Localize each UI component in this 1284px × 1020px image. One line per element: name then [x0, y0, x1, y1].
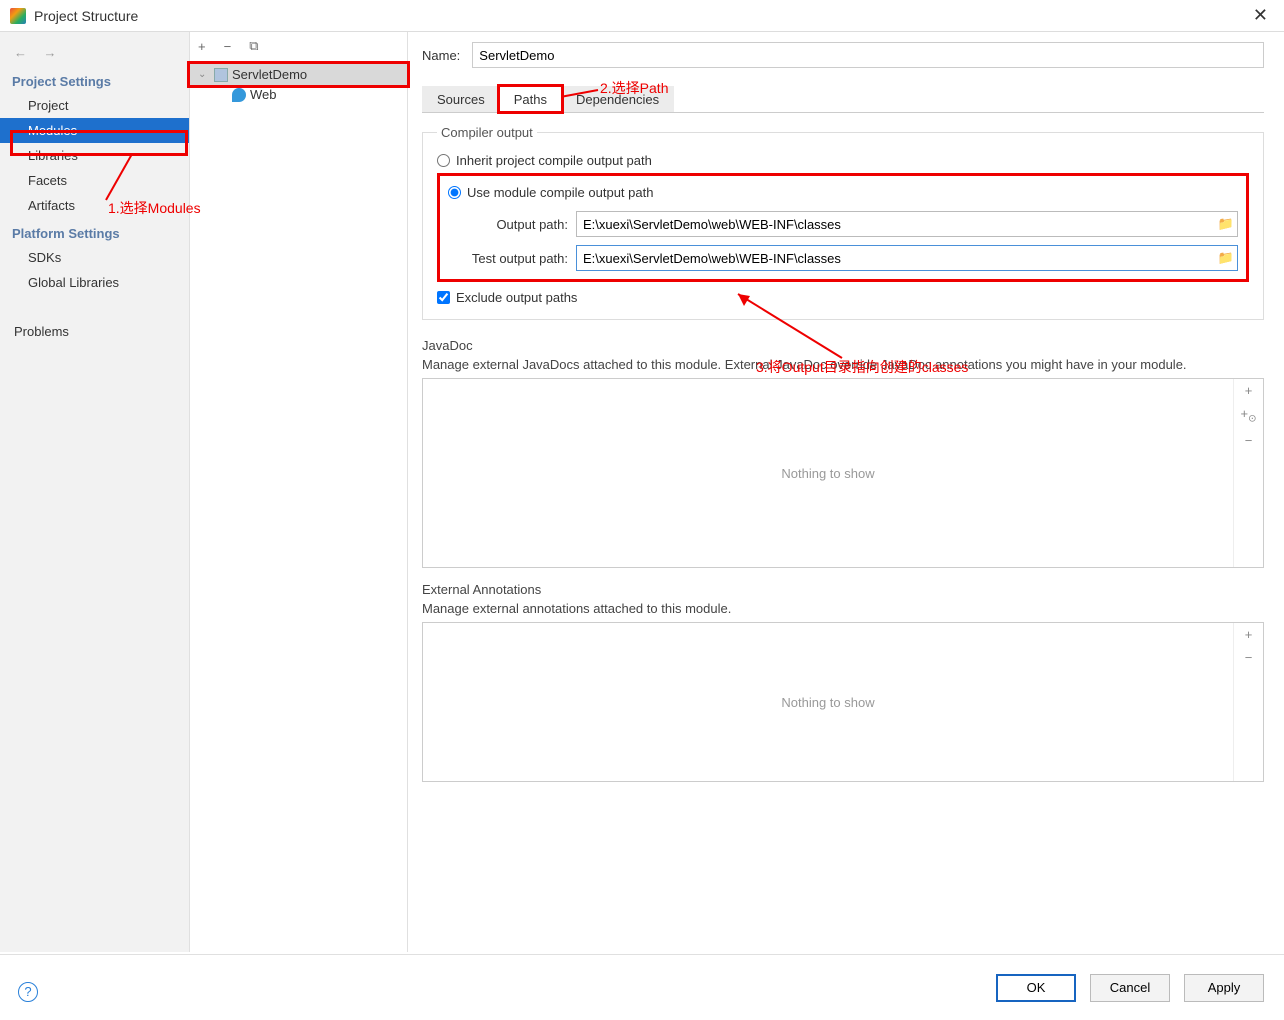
section-platform-settings: Platform Settings: [0, 218, 189, 245]
ok-button[interactable]: OK: [996, 974, 1076, 1002]
browse-icon[interactable]: 📁: [1215, 216, 1237, 232]
module-icon: [214, 68, 228, 82]
radio-inherit[interactable]: [437, 154, 450, 167]
radio-module[interactable]: [448, 186, 461, 199]
forward-icon[interactable]: →: [43, 45, 56, 60]
web-icon: [232, 88, 246, 102]
test-output-path-label: Test output path:: [448, 251, 568, 266]
tree-child-label: Web: [250, 87, 277, 102]
ext-ann-empty: Nothing to show: [423, 623, 1233, 781]
compiler-output-group: Compiler output Inherit project compile …: [422, 125, 1264, 320]
add-url-icon[interactable]: +⊙: [1241, 406, 1257, 425]
sidebar-item-sdks[interactable]: SDKs: [0, 245, 189, 270]
sidebar-item-project[interactable]: Project: [0, 93, 189, 118]
close-icon[interactable]: ✕: [1247, 5, 1274, 26]
tab-sources[interactable]: Sources: [422, 86, 500, 112]
remove-icon[interactable]: −: [224, 39, 232, 54]
content-panel: Name: Sources Paths Dependencies Compile…: [408, 32, 1284, 952]
module-tree-panel: + − ⧉ ⌄ ServletDemo Web: [190, 32, 408, 952]
chevron-down-icon: ⌄: [198, 69, 210, 80]
help-icon[interactable]: ?: [18, 982, 38, 1002]
ext-ann-list: Nothing to show + −: [422, 622, 1264, 782]
sidebar-item-global-libraries[interactable]: Global Libraries: [0, 270, 189, 295]
sidebar-item-libraries[interactable]: Libraries: [0, 143, 189, 168]
name-input[interactable]: [472, 42, 1264, 68]
sidebar-item-artifacts[interactable]: Artifacts: [0, 193, 189, 218]
name-label: Name:: [422, 48, 460, 63]
section-project-settings: Project Settings: [0, 66, 189, 93]
copy-icon[interactable]: ⧉: [249, 38, 258, 54]
add-icon[interactable]: +: [198, 39, 206, 54]
output-path-label: Output path:: [448, 217, 568, 232]
javadoc-empty: Nothing to show: [423, 379, 1233, 567]
javadoc-list: Nothing to show + +⊙ −: [422, 378, 1264, 568]
add-icon[interactable]: +: [1245, 383, 1253, 398]
tree-node-web[interactable]: Web: [190, 85, 407, 104]
tree-node-root[interactable]: ⌄ ServletDemo: [187, 61, 410, 88]
tabs: Sources Paths Dependencies: [422, 86, 1264, 113]
sidebar: ← → Project Settings Project Modules Lib…: [0, 32, 190, 952]
tab-dependencies[interactable]: Dependencies: [561, 86, 674, 112]
tab-paths[interactable]: Paths: [499, 86, 562, 112]
javadoc-desc: Manage external JavaDocs attached to thi…: [422, 357, 1264, 372]
ext-ann-title: External Annotations: [422, 582, 1264, 597]
ext-ann-desc: Manage external annotations attached to …: [422, 601, 1264, 616]
nav-arrows: ← →: [0, 40, 189, 66]
remove-icon[interactable]: −: [1245, 433, 1253, 448]
back-icon[interactable]: ←: [14, 45, 27, 60]
exclude-label: Exclude output paths: [456, 290, 577, 305]
sidebar-item-facets[interactable]: Facets: [0, 168, 189, 193]
bottom-bar: ? OK Cancel Apply: [0, 954, 1284, 1020]
add-icon[interactable]: +: [1245, 627, 1253, 642]
compiler-output-legend: Compiler output: [437, 125, 537, 140]
titlebar: Project Structure ✕: [0, 0, 1284, 32]
remove-icon[interactable]: −: [1245, 650, 1253, 665]
output-path-input[interactable]: [577, 212, 1215, 236]
browse-icon[interactable]: 📁: [1215, 250, 1237, 266]
app-icon: [10, 8, 26, 24]
tree-root-label: ServletDemo: [232, 67, 307, 82]
radio-inherit-label: Inherit project compile output path: [456, 153, 652, 168]
sidebar-item-modules[interactable]: Modules: [0, 118, 189, 143]
apply-button[interactable]: Apply: [1184, 974, 1264, 1002]
cancel-button[interactable]: Cancel: [1090, 974, 1170, 1002]
javadoc-title: JavaDoc: [422, 338, 1264, 353]
test-output-path-input[interactable]: [577, 246, 1215, 270]
sidebar-item-problems[interactable]: Problems: [0, 319, 189, 344]
exclude-checkbox[interactable]: [437, 291, 450, 304]
window-title: Project Structure: [34, 8, 1247, 24]
radio-module-label: Use module compile output path: [467, 185, 653, 200]
